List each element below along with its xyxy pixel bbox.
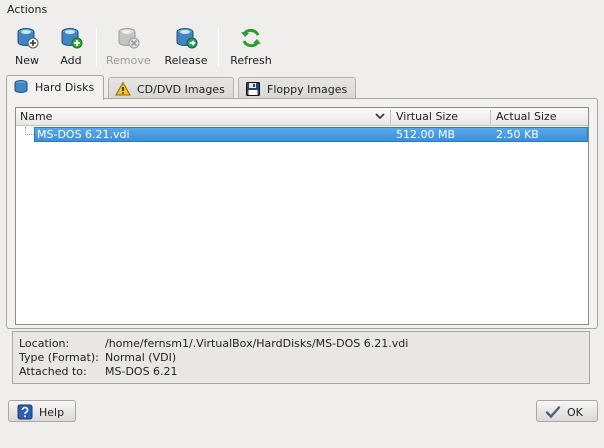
refresh-label: Refresh — [230, 54, 272, 67]
floppy-icon — [246, 82, 260, 96]
menubar: Actions — [0, 0, 604, 20]
tab-floppy-images[interactable]: Floppy Images — [238, 77, 356, 99]
remove-disk-icon — [118, 28, 140, 49]
column-divider[interactable] — [390, 110, 391, 124]
tab-hard-disks-label: Hard Disks — [35, 81, 95, 94]
details-pane: Location: /home/fernsm1/.VirtualBox/Hard… — [12, 331, 590, 384]
menu-actions[interactable]: Actions — [7, 3, 47, 16]
toolbar-separator — [96, 28, 97, 66]
media-list[interactable]: Name Virtual Size Actual Size MS-DOS 6.2… — [15, 107, 589, 325]
add-label: Add — [60, 54, 82, 67]
add-button[interactable]: Add — [56, 26, 86, 70]
release-button[interactable]: Release — [164, 26, 208, 70]
hard-disk-icon — [14, 80, 28, 94]
new-disk-icon — [17, 28, 39, 49]
release-disk-icon — [176, 28, 198, 49]
attached-row: Attached to: MS-DOS 6.21 — [19, 365, 583, 379]
tab-floppy-images-label: Floppy Images — [267, 83, 348, 96]
warning-icon — [115, 81, 131, 96]
toolbar: New Add Remove Release Refresh — [0, 20, 604, 70]
table-row[interactable]: MS-DOS 6.21.vdi 512.00 MB 2.50 KB — [16, 127, 588, 142]
tab-panel: Name Virtual Size Actual Size MS-DOS 6.2… — [6, 98, 598, 329]
ok-button[interactable]: OK — [536, 400, 598, 422]
new-button[interactable]: New — [12, 26, 42, 70]
remove-label: Remove — [106, 54, 151, 67]
release-label: Release — [164, 54, 208, 67]
tab-cd-dvd-images-label: CD/DVD Images — [137, 83, 225, 96]
type-row: Type (Format): Normal (VDI) — [19, 351, 583, 365]
column-header-actual-size[interactable]: Actual Size — [496, 110, 557, 123]
location-value: /home/fernsm1/.VirtualBox/HardDisks/MS-D… — [105, 337, 409, 350]
column-divider[interactable] — [490, 110, 491, 124]
remove-button[interactable]: Remove — [106, 26, 151, 70]
tab-hard-disks[interactable]: Hard Disks — [6, 75, 104, 100]
refresh-button[interactable]: Refresh — [228, 26, 274, 70]
row-name: MS-DOS 6.21.vdi — [37, 128, 130, 141]
chevron-down-icon[interactable] — [375, 111, 385, 121]
tree-branch-line — [25, 127, 34, 135]
media-tabs: Hard Disks CD/DVD Images Floppy Images — [6, 75, 598, 100]
column-header-virtual-size[interactable]: Virtual Size — [396, 110, 458, 123]
list-header: Name Virtual Size Actual Size — [16, 108, 588, 126]
add-disk-icon — [61, 28, 83, 49]
attached-label: Attached to: — [19, 365, 87, 378]
attached-value: MS-DOS 6.21 — [105, 365, 178, 378]
column-header-name[interactable]: Name — [20, 110, 52, 123]
help-label: Help — [39, 406, 65, 419]
type-value: Normal (VDI) — [105, 351, 177, 364]
checkmark-icon — [545, 406, 561, 419]
row-actual-size: 2.50 KB — [496, 128, 539, 141]
type-label: Type (Format): — [19, 351, 99, 364]
tab-cd-dvd-images[interactable]: CD/DVD Images — [108, 77, 234, 99]
help-button[interactable]: Help — [8, 400, 76, 422]
row-virtual-size: 512.00 MB — [396, 128, 456, 141]
refresh-icon — [241, 28, 261, 48]
new-label: New — [15, 54, 39, 67]
help-icon — [17, 404, 33, 420]
ok-label: OK — [567, 406, 583, 419]
location-row: Location: /home/fernsm1/.VirtualBox/Hard… — [19, 337, 583, 351]
toolbar-separator — [218, 28, 219, 66]
location-label: Location: — [19, 337, 70, 350]
